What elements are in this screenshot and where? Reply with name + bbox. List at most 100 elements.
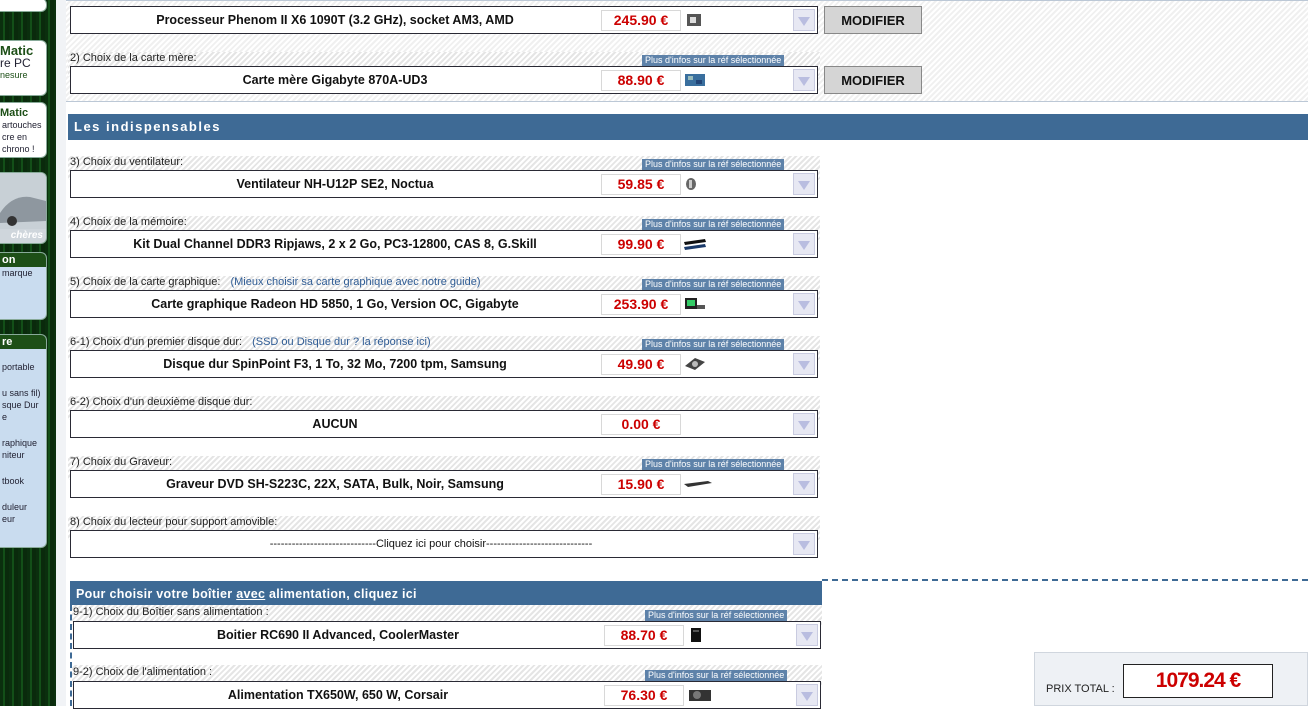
sidebar-box-caption: chères — [10, 230, 43, 241]
more-info-link[interactable]: Plus d'infos sur la réf sélectionnée — [645, 610, 788, 621]
processor-select[interactable]: Processeur Phenom II X6 1090T (3.2 GHz),… — [70, 6, 818, 34]
sidebar-link[interactable]: duleur — [0, 501, 46, 513]
more-info-link[interactable]: Plus d'infos sur la réf sélectionnée — [642, 55, 785, 66]
cpu-icon — [687, 14, 701, 26]
more-info-link[interactable]: Plus d'infos sur la réf sélectionnée — [642, 279, 785, 290]
label-text: 6-1) Choix d'un premier disque dur: — [70, 336, 243, 348]
product-name: Kit Dual Channel DDR3 Ripjaws, 2 x 2 Go,… — [133, 237, 537, 251]
motherboard-label: 2) Choix de la carte mère: — [70, 52, 197, 64]
case-with-psu-link[interactable]: Pour choisir votre boîtier avec alimenta… — [70, 581, 822, 605]
sidebar-box-line: marque — [2, 268, 33, 278]
chevron-down-icon[interactable] — [793, 473, 815, 495]
product-price: 253.90 € — [601, 294, 681, 315]
sidebar-box-line: chrono ! — [2, 144, 35, 154]
ssd-guide-link[interactable]: (SSD ou Disque dur ? la réponse ici) — [252, 336, 431, 348]
header-text: alimentation, cliquez ici — [265, 587, 417, 601]
first-drive-select[interactable]: Disque dur SpinPoint F3, 1 To, 32 Mo, 72… — [70, 350, 818, 378]
motherboard-icon — [685, 74, 705, 86]
total-price-panel: PRIX TOTAL : 1079.24 € — [1034, 652, 1308, 706]
chevron-down-icon[interactable] — [793, 233, 815, 255]
chevron-down-icon[interactable] — [793, 413, 815, 435]
burner-select[interactable]: Graveur DVD SH-S223C, 22X, SATA, Bulk, N… — [70, 470, 818, 498]
sidebar-cartridge-box[interactable]: Matic artouches cre en chrono ! — [0, 102, 47, 158]
more-info-link[interactable]: Plus d'infos sur la réf sélectionnée — [642, 339, 785, 350]
case-select[interactable]: Boitier RC690 II Advanced, CoolerMaster … — [73, 621, 821, 649]
section-title: Les indispensables — [68, 114, 1308, 140]
chevron-down-icon[interactable] — [793, 533, 815, 555]
sidebar-link[interactable]: niteur — [0, 449, 46, 461]
total-value: 1079.24 € — [1123, 664, 1273, 698]
sidebar-link[interactable]: u sans fil) — [0, 387, 46, 399]
sidebar-box-top[interactable] — [0, 0, 47, 12]
product-name: Processeur Phenom II X6 1090T (3.2 GHz),… — [156, 13, 514, 27]
sidebar-gap — [56, 0, 66, 706]
memory-label: 4) Choix de la mémoire: — [70, 216, 187, 228]
second-drive-select[interactable]: AUCUN 0.00 € — [70, 410, 818, 438]
sidebar-brand-box[interactable]: on marque — [0, 252, 47, 320]
product-name: AUCUN — [312, 417, 358, 431]
sidebar-box-title: re — [0, 335, 46, 349]
chevron-down-icon[interactable] — [793, 353, 815, 375]
product-price: 76.30 € — [604, 685, 684, 706]
more-info-link[interactable]: Plus d'infos sur la réf sélectionnée — [642, 219, 785, 230]
chevron-down-icon[interactable] — [796, 684, 818, 706]
configurator-main: Processeur Phenom II X6 1090T (3.2 GHz),… — [66, 0, 1308, 709]
product-name: Boitier RC690 II Advanced, CoolerMaster — [217, 628, 459, 642]
power-supply-select[interactable]: Alimentation TX650W, 650 W, Corsair 76.3… — [73, 681, 821, 709]
sidebar-box-title: on — [0, 253, 46, 267]
total-label: PRIX TOTAL : — [1046, 683, 1115, 695]
fan-label: 3) Choix du ventilateur: — [70, 156, 184, 168]
chevron-down-icon[interactable] — [796, 624, 818, 646]
first-drive-label: 6-1) Choix d'un premier disque dur: (SSD … — [70, 336, 431, 348]
sidebar-link[interactable]: eur — [0, 513, 46, 525]
car-image — [0, 173, 46, 229]
product-price: 88.90 € — [601, 70, 681, 91]
fan-icon — [686, 178, 696, 190]
sidebar-link[interactable]: portable — [0, 361, 46, 373]
product-name: Graveur DVD SH-S223C, 22X, SATA, Bulk, N… — [166, 477, 504, 491]
modify-processor-button[interactable]: MODIFIER — [824, 6, 922, 34]
case-label: 9-1) Choix du Boîtier sans alimentation … — [73, 606, 269, 618]
header-text-underlined: avec — [236, 587, 266, 601]
memory-icon — [684, 239, 706, 250]
product-name: Ventilateur NH-U12P SE2, Noctua — [236, 177, 434, 191]
motherboard-select[interactable]: Carte mère Gigabyte 870A-UD3 88.90 € — [70, 66, 818, 94]
graphics-guide-link[interactable]: (Mieux choisir sa carte graphique avec n… — [230, 276, 480, 288]
modify-motherboard-button[interactable]: MODIFIER — [824, 66, 922, 94]
product-price: 59.85 € — [601, 174, 681, 195]
fan-select[interactable]: Ventilateur NH-U12P SE2, Noctua 59.85 € — [70, 170, 818, 198]
product-price: 88.70 € — [604, 625, 684, 646]
card-reader-select[interactable]: -----------------------------Cliquez ici… — [70, 530, 818, 558]
sidebar-link[interactable]: e — [0, 411, 46, 423]
graphics-card-icon — [685, 298, 705, 309]
chevron-down-icon[interactable] — [793, 9, 815, 31]
sidebar-configurator-box[interactable]: Matic re PC nesure — [0, 40, 47, 96]
sidebar-category-box[interactable]: re portable u sans fil) sque Dur e raphi… — [0, 334, 47, 548]
graphics-card-select[interactable]: Carte graphique Radeon HD 5850, 1 Go, Ve… — [70, 290, 818, 318]
more-info-link[interactable]: Plus d'infos sur la réf sélectionnée — [645, 670, 788, 681]
sidebar-box-line: re PC — [0, 56, 31, 70]
product-price: 49.90 € — [601, 354, 681, 375]
sidebar-box-line: artouches — [2, 120, 42, 130]
sidebar-link[interactable]: raphique — [0, 437, 46, 449]
more-info-link[interactable]: Plus d'infos sur la réf sélectionnée — [642, 159, 785, 170]
sidebar-box-line: nesure — [0, 70, 28, 80]
case-section-border — [822, 579, 1308, 581]
card-reader-label: 8) Choix du lecteur pour support amovibl… — [70, 516, 278, 528]
left-sidebar: Matic re PC nesure Matic artouches cre e… — [0, 0, 56, 706]
sidebar-car-box[interactable]: chères — [0, 172, 47, 244]
sidebar-box-line: cre en — [2, 132, 28, 142]
chevron-down-icon[interactable] — [793, 69, 815, 91]
sidebar-link[interactable]: sque Dur — [0, 399, 46, 411]
memory-select[interactable]: Kit Dual Channel DDR3 Ripjaws, 2 x 2 Go,… — [70, 230, 818, 258]
product-name: Carte graphique Radeon HD 5850, 1 Go, Ve… — [151, 297, 519, 311]
chevron-down-icon[interactable] — [793, 173, 815, 195]
hard-drive-icon — [685, 358, 705, 370]
sidebar-link[interactable]: tbook — [0, 475, 46, 487]
chevron-down-icon[interactable] — [793, 293, 815, 315]
product-price: 15.90 € — [601, 474, 681, 495]
more-info-link[interactable]: Plus d'infos sur la réf sélectionnée — [642, 459, 785, 470]
product-price: 0.00 € — [601, 414, 681, 435]
second-drive-label: 6-2) Choix d'un deuxième disque dur: — [70, 396, 253, 408]
sidebar-box-title: Matic — [0, 43, 34, 58]
